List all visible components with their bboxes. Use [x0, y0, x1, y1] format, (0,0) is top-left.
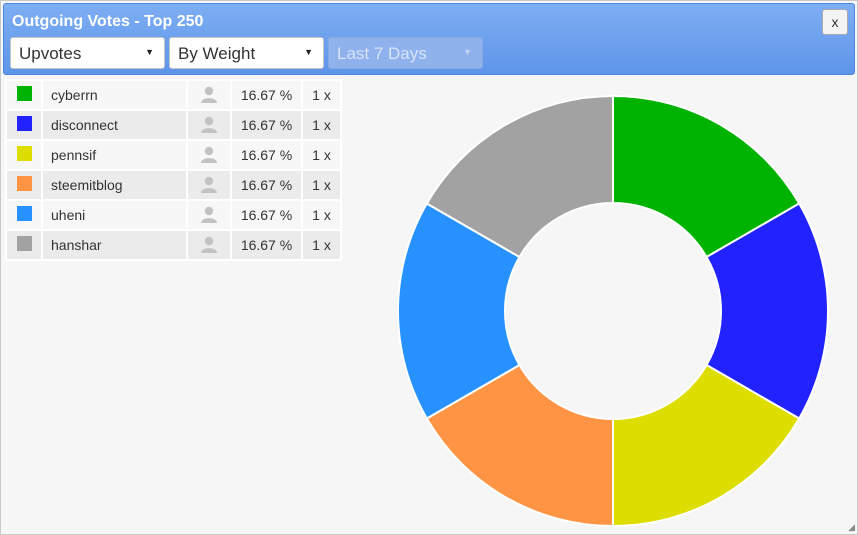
- vote-type-select[interactable]: Upvotes ▼: [10, 37, 165, 69]
- color-swatch: [7, 231, 41, 259]
- user-icon[interactable]: [188, 81, 230, 109]
- vote-count: 1 x: [303, 231, 340, 259]
- vote-percent: 16.67 %: [232, 231, 301, 259]
- period-value: Last 7 Days: [337, 44, 427, 63]
- dropdown-arrow-icon: ▼: [145, 47, 154, 57]
- account-link[interactable]: steemitblog: [43, 171, 186, 199]
- legend-row[interactable]: hanshar 16.67 % 1 x: [7, 231, 340, 259]
- vote-count: 1 x: [303, 81, 340, 109]
- color-swatch: [7, 201, 41, 229]
- legend-row[interactable]: pennsif 16.67 % 1 x: [7, 141, 340, 169]
- vote-type-value: Upvotes: [19, 44, 82, 63]
- votes-legend-table: cyberrn 16.67 % 1 x disconnect 16.67 % 1 x pen…: [5, 79, 342, 261]
- outgoing-votes-window: Outgoing Votes - Top 250 x Upvotes ▼ By …: [0, 0, 858, 535]
- account-link[interactable]: disconnect: [43, 111, 186, 139]
- user-icon[interactable]: [188, 231, 230, 259]
- vote-percent: 16.67 %: [232, 201, 301, 229]
- vote-count: 1 x: [303, 111, 340, 139]
- legend-row[interactable]: disconnect 16.67 % 1 x: [7, 111, 340, 139]
- account-link[interactable]: uheni: [43, 201, 186, 229]
- dropdown-arrow-icon: ▼: [463, 47, 472, 57]
- vote-percent: 16.67 %: [232, 81, 301, 109]
- account-link[interactable]: hanshar: [43, 231, 186, 259]
- user-icon[interactable]: [188, 201, 230, 229]
- window-title: Outgoing Votes - Top 250: [12, 13, 204, 30]
- color-swatch: [7, 141, 41, 169]
- vote-percent: 16.67 %: [232, 111, 301, 139]
- user-icon[interactable]: [188, 111, 230, 139]
- vote-count: 1 x: [303, 171, 340, 199]
- resize-grip-icon[interactable]: ◢: [848, 522, 855, 533]
- vote-count: 1 x: [303, 201, 340, 229]
- vote-count: 1 x: [303, 141, 340, 169]
- color-swatch: [7, 81, 41, 109]
- vote-percent: 16.67 %: [232, 141, 301, 169]
- legend-row[interactable]: steemitblog 16.67 % 1 x: [7, 171, 340, 199]
- user-icon[interactable]: [188, 141, 230, 169]
- vote-percent: 16.67 %: [232, 171, 301, 199]
- period-select: Last 7 Days ▼: [328, 37, 483, 69]
- title-bar: Outgoing Votes - Top 250 x Upvotes ▼ By …: [3, 3, 855, 75]
- close-button[interactable]: x: [822, 9, 848, 35]
- legend-row[interactable]: uheni 16.67 % 1 x: [7, 201, 340, 229]
- votes-donut-chart: [397, 95, 829, 527]
- color-swatch: [7, 171, 41, 199]
- color-swatch: [7, 111, 41, 139]
- dropdown-arrow-icon: ▼: [304, 47, 313, 57]
- account-link[interactable]: cyberrn: [43, 81, 186, 109]
- sort-select[interactable]: By Weight ▼: [169, 37, 324, 69]
- legend-row[interactable]: cyberrn 16.67 % 1 x: [7, 81, 340, 109]
- account-link[interactable]: pennsif: [43, 141, 186, 169]
- user-icon[interactable]: [188, 171, 230, 199]
- sort-value: By Weight: [178, 44, 256, 63]
